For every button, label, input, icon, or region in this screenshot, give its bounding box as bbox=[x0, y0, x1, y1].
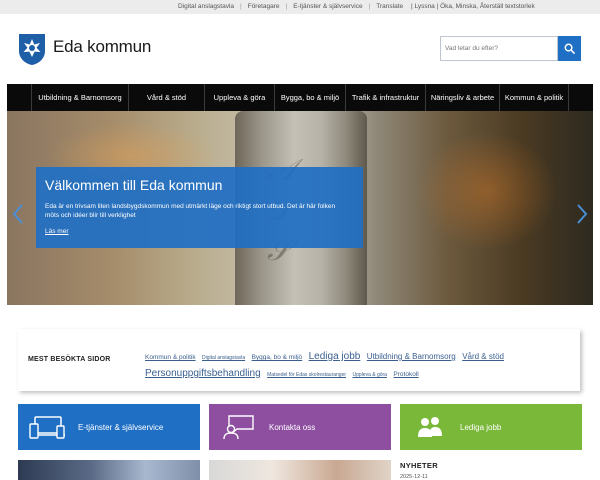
nav-item-uppleva[interactable]: Uppleva & göra bbox=[204, 84, 274, 111]
tile-eservices[interactable]: E-tjänster & självservice bbox=[18, 404, 200, 450]
tile-contact-label: Kontakta oss bbox=[269, 422, 316, 432]
hero-background-foliage-right bbox=[417, 131, 557, 251]
nav-item-naringsliv[interactable]: Näringsliv & arbete bbox=[425, 84, 499, 111]
news-heading: NYHETER bbox=[400, 461, 438, 470]
most-visited-tag[interactable]: Kommun & politik bbox=[145, 354, 196, 361]
hero-read-more-link[interactable]: Läs mer bbox=[45, 228, 68, 235]
tile-jobs-label: Lediga jobb bbox=[460, 422, 502, 432]
devices-icon bbox=[29, 416, 65, 439]
most-visited-label: MEST BESÖKTA SIDOR bbox=[28, 356, 111, 363]
topbar-link-eservices[interactable]: E-tjänster & självservice bbox=[293, 3, 362, 10]
carousel-prev-icon[interactable] bbox=[11, 203, 25, 225]
chat-people-icon bbox=[223, 415, 254, 440]
nav-item-trafik[interactable]: Trafik & infrastruktur bbox=[345, 84, 425, 111]
most-visited-tag[interactable]: Protokoll bbox=[393, 371, 418, 378]
news-thumbnail-1[interactable] bbox=[18, 460, 200, 480]
people-icon bbox=[418, 417, 442, 437]
carousel-next-icon[interactable] bbox=[575, 203, 589, 225]
search-input[interactable] bbox=[440, 36, 558, 61]
search-icon bbox=[564, 43, 575, 54]
most-visited-tag[interactable]: Lediga jobb bbox=[309, 351, 361, 362]
main-nav: Utbildning & Barnomsorg Vård & stöd Uppl… bbox=[7, 84, 593, 111]
most-visited-tags: Kommun & politik Digital anslagstavla By… bbox=[145, 348, 565, 382]
most-visited-tag[interactable]: Utbildning & Barnomsorg bbox=[367, 352, 456, 361]
most-visited-box: MEST BESÖKTA SIDOR Kommun & politik Digi… bbox=[18, 329, 580, 391]
topbar-accessibility-tools[interactable]: | Lyssna | Öka, Minska, Återställ textst… bbox=[411, 3, 535, 10]
search-button[interactable] bbox=[558, 36, 581, 61]
topbar-link-digital-board[interactable]: Digital anslagstavla bbox=[178, 3, 234, 10]
tile-eservices-label: E-tjänster & självservice bbox=[78, 422, 164, 432]
hero-title: Välkommen till Eda kommun bbox=[45, 177, 223, 193]
topbar-link-business[interactable]: Företagare bbox=[248, 3, 280, 10]
most-visited-tag[interactable]: Vård & stöd bbox=[462, 352, 504, 361]
hero-text: Eda är en trivsam liten landsbygdskommun… bbox=[45, 203, 336, 219]
utility-bar: Digital anslagstavla | Företagare | E-tjänst… bbox=[0, 0, 600, 14]
most-visited-tag[interactable]: Digital anslagstavla bbox=[202, 355, 245, 361]
nav-item-bygga[interactable]: Bygga, bo & miljö bbox=[274, 84, 345, 111]
topbar-link-translate[interactable]: Translate bbox=[376, 3, 403, 10]
news-thumbnail-2[interactable] bbox=[209, 460, 391, 480]
most-visited-tag[interactable]: Uppleva & göra bbox=[353, 372, 387, 378]
most-visited-tag[interactable]: Matsedel för Edas skolrestauranger bbox=[267, 372, 346, 378]
nav-item-utbildning[interactable]: Utbildning & Barnomsorg bbox=[31, 84, 128, 111]
site-name[interactable]: Eda kommun bbox=[53, 37, 151, 57]
site-header: Eda kommun bbox=[0, 14, 600, 84]
nav-item-kommun[interactable]: Kommun & politik bbox=[499, 84, 569, 111]
most-visited-tag[interactable]: Personuppgiftsbehandling bbox=[145, 368, 261, 379]
most-visited-tag[interactable]: Bygga, bo & miljö bbox=[252, 354, 303, 361]
hero-welcome-card: Välkommen till Eda kommun Eda är en triv… bbox=[36, 167, 363, 248]
nav-item-vard[interactable]: Vård & stöd bbox=[128, 84, 204, 111]
eda-shield-logo-icon[interactable] bbox=[18, 33, 46, 66]
tile-jobs[interactable]: Lediga jobb bbox=[400, 404, 582, 450]
news-date: 2025-12-11 bbox=[400, 474, 428, 480]
tile-contact[interactable]: Kontakta oss bbox=[209, 404, 391, 450]
